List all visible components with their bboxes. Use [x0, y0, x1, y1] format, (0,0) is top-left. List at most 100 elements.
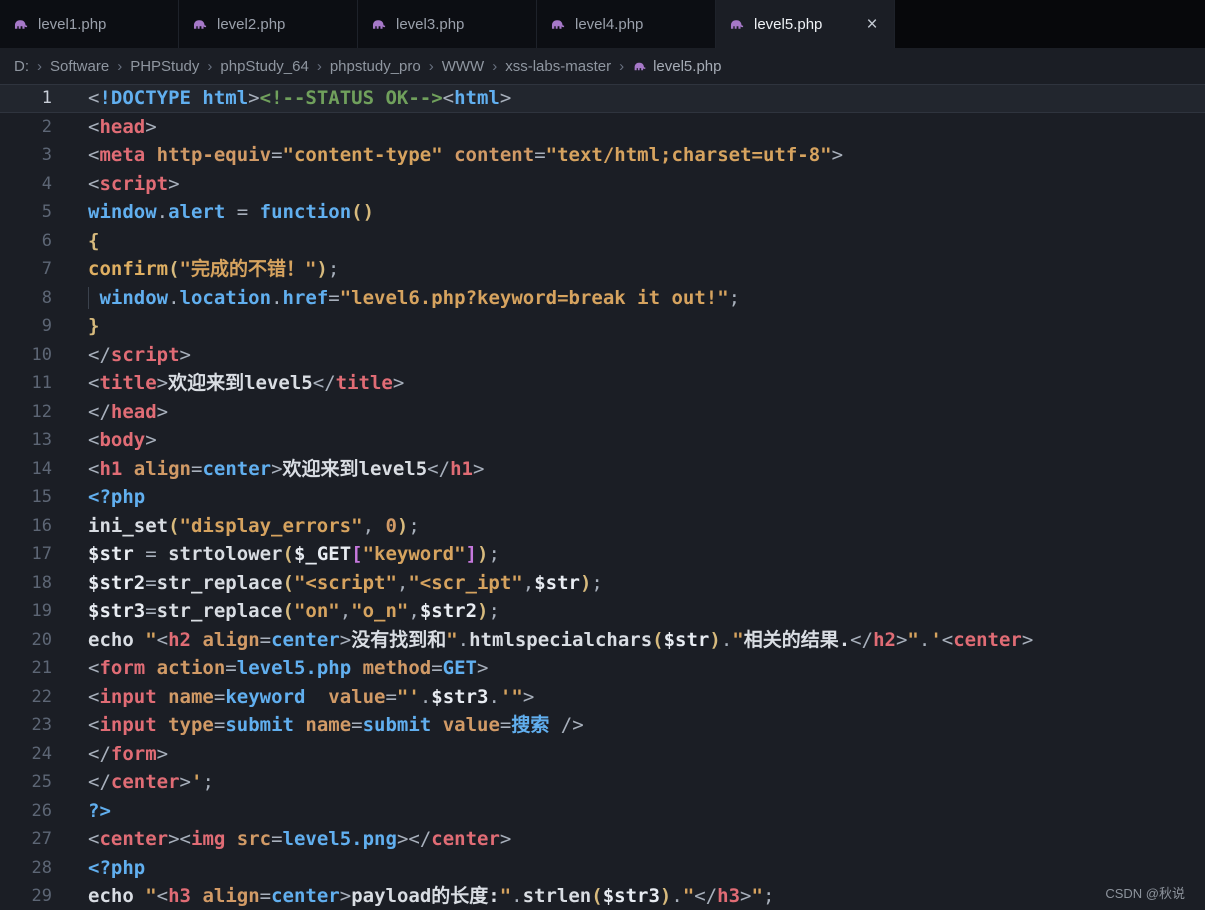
- line-number[interactable]: 18: [0, 569, 52, 598]
- line-content: <h1 align=center>欢迎来到level5</h1>: [52, 455, 1205, 484]
- code-token: ;: [327, 258, 340, 280]
- line-content: $str = strtolower($_GET["keyword"]);: [52, 540, 1205, 569]
- code-line[interactable]: 26 ?>: [0, 797, 1205, 826]
- tab-label: level5.php: [754, 15, 823, 33]
- code-token: html: [190, 87, 249, 109]
- line-number[interactable]: 11: [0, 369, 52, 398]
- code-token: name: [293, 714, 352, 736]
- line-number[interactable]: 17: [0, 540, 52, 569]
- code-line[interactable]: 18 $str2=str_replace("<script","<scr_ipt"…: [0, 569, 1205, 598]
- code-line[interactable]: 21 <form action=level5.php method=GET>: [0, 654, 1205, 683]
- line-number[interactable]: 20: [0, 626, 52, 655]
- tab-level3.php[interactable]: level3.php: [358, 0, 537, 48]
- code-token: script: [110, 343, 180, 366]
- line-number[interactable]: 2: [0, 113, 52, 142]
- code-token: "content-type": [282, 144, 443, 166]
- code-line[interactable]: 5 window.alert = function(): [0, 198, 1205, 227]
- breadcrumb-item[interactable]: phpStudy_64: [220, 58, 308, 75]
- line-number[interactable]: 1: [0, 84, 52, 113]
- code-token: =: [499, 714, 512, 736]
- code-token: =: [259, 885, 272, 907]
- code-token: src: [225, 828, 272, 850]
- line-number[interactable]: 5: [0, 198, 52, 227]
- tab-level4.php[interactable]: level4.php: [537, 0, 716, 48]
- code-line[interactable]: 3 <meta http-equiv="content-type" content…: [0, 141, 1205, 170]
- line-number[interactable]: 23: [0, 711, 52, 740]
- code-line[interactable]: 27 <center><img src=level5.png></center>: [0, 825, 1205, 854]
- code-line[interactable]: 11 <title>欢迎来到level5</title>: [0, 369, 1205, 398]
- code-line[interactable]: 7 confirm("完成的不错！");: [0, 255, 1205, 284]
- line-number[interactable]: 12: [0, 398, 52, 427]
- breadcrumb-item[interactable]: phpstudy_pro: [330, 58, 421, 75]
- line-content: </center>';: [52, 768, 1205, 797]
- line-number[interactable]: 24: [0, 740, 52, 769]
- line-number[interactable]: 15: [0, 483, 52, 512]
- code-line[interactable]: 10 </script>: [0, 341, 1205, 370]
- line-number[interactable]: 26: [0, 797, 52, 826]
- line-number[interactable]: 10: [0, 341, 52, 370]
- tab-close-icon[interactable]: ×: [862, 15, 882, 34]
- code-line[interactable]: 23 <input type=submit name=submit value=搜…: [0, 711, 1205, 740]
- code-line[interactable]: 29 echo "<h3 align=center>payload的长度:".st…: [0, 882, 1205, 910]
- line-number[interactable]: 4: [0, 170, 52, 199]
- code-token: h1: [99, 457, 123, 480]
- line-number[interactable]: 13: [0, 426, 52, 455]
- code-line[interactable]: 8 window.location.href="level6.php?keywo…: [0, 284, 1205, 313]
- line-number[interactable]: 28: [0, 854, 52, 883]
- code-line[interactable]: 6{: [0, 227, 1205, 256]
- line-number[interactable]: 21: [0, 654, 52, 683]
- code-token: </: [694, 885, 718, 907]
- line-number[interactable]: 22: [0, 683, 52, 712]
- code-line[interactable]: 2 <head>: [0, 113, 1205, 142]
- code-token: >: [740, 885, 752, 907]
- code-token: ,: [408, 600, 420, 622]
- code-token: "o_n": [351, 600, 409, 622]
- code-line[interactable]: 9}: [0, 312, 1205, 341]
- line-content: <script>: [52, 170, 1205, 199]
- line-number[interactable]: 27: [0, 825, 52, 854]
- code-line[interactable]: 12 </head>: [0, 398, 1205, 427]
- code-token: =: [259, 628, 272, 651]
- code-token: str_replace: [156, 600, 283, 622]
- breadcrumb-item[interactable]: PHPStudy: [130, 58, 199, 75]
- tab-level5.php[interactable]: level5.php ×: [716, 0, 895, 48]
- line-number[interactable]: 9: [0, 312, 52, 341]
- code-line[interactable]: 1 <!DOCTYPE html><!--STATUS OK--><html>: [0, 84, 1205, 113]
- code-line[interactable]: 19 $str3=str_replace("on","o_n",$str2);: [0, 597, 1205, 626]
- code-line[interactable]: 20 echo "<h2 align=center>没有找到和".htmlspec…: [0, 626, 1205, 655]
- code-line[interactable]: 16 ini_set("display_errors", 0);: [0, 512, 1205, 541]
- code-line[interactable]: 17 $str = strtolower($_GET["keyword"]);: [0, 540, 1205, 569]
- breadcrumb-file[interactable]: level5.php: [653, 58, 721, 75]
- line-number[interactable]: 19: [0, 597, 52, 626]
- breadcrumb-item[interactable]: Software: [50, 58, 109, 75]
- code-line[interactable]: 28 <?php: [0, 854, 1205, 883]
- tab-level1.php[interactable]: level1.php: [0, 0, 179, 48]
- line-number[interactable]: 14: [0, 455, 52, 484]
- code-line[interactable]: 14 <h1 align=center>欢迎来到level5</h1>: [0, 455, 1205, 484]
- line-number[interactable]: 7: [0, 255, 52, 284]
- code-token: !DOCTYPE: [99, 87, 191, 109]
- code-token: <: [179, 828, 191, 850]
- breadcrumb-item[interactable]: xss-labs-master: [505, 58, 611, 75]
- tab-bar: level1.php level2.php level3.php level4.php…: [0, 0, 1205, 48]
- breadcrumb-item[interactable]: WWW: [442, 58, 484, 75]
- code-line[interactable]: 22 <input name=keyword value="'.$str3.'">: [0, 683, 1205, 712]
- code-line[interactable]: 4 <script>: [0, 170, 1205, 199]
- code-token: center: [271, 885, 340, 907]
- code-token: payload的长度:: [351, 885, 500, 907]
- code-token: str_replace: [156, 571, 283, 594]
- code-token: (: [282, 600, 294, 622]
- line-number[interactable]: 25: [0, 768, 52, 797]
- code-line[interactable]: 15 <?php: [0, 483, 1205, 512]
- code-line[interactable]: 25 </center>';: [0, 768, 1205, 797]
- breadcrumb-item[interactable]: D:: [14, 58, 29, 75]
- code-token: center: [99, 828, 169, 850]
- tab-level2.php[interactable]: level2.php: [179, 0, 358, 48]
- line-number[interactable]: 29: [0, 882, 52, 910]
- line-number[interactable]: 16: [0, 512, 52, 541]
- line-number[interactable]: 3: [0, 141, 52, 170]
- line-number[interactable]: 6: [0, 227, 52, 256]
- line-number[interactable]: 8: [0, 284, 52, 313]
- code-line[interactable]: 13 <body>: [0, 426, 1205, 455]
- code-line[interactable]: 24 </form>: [0, 740, 1205, 769]
